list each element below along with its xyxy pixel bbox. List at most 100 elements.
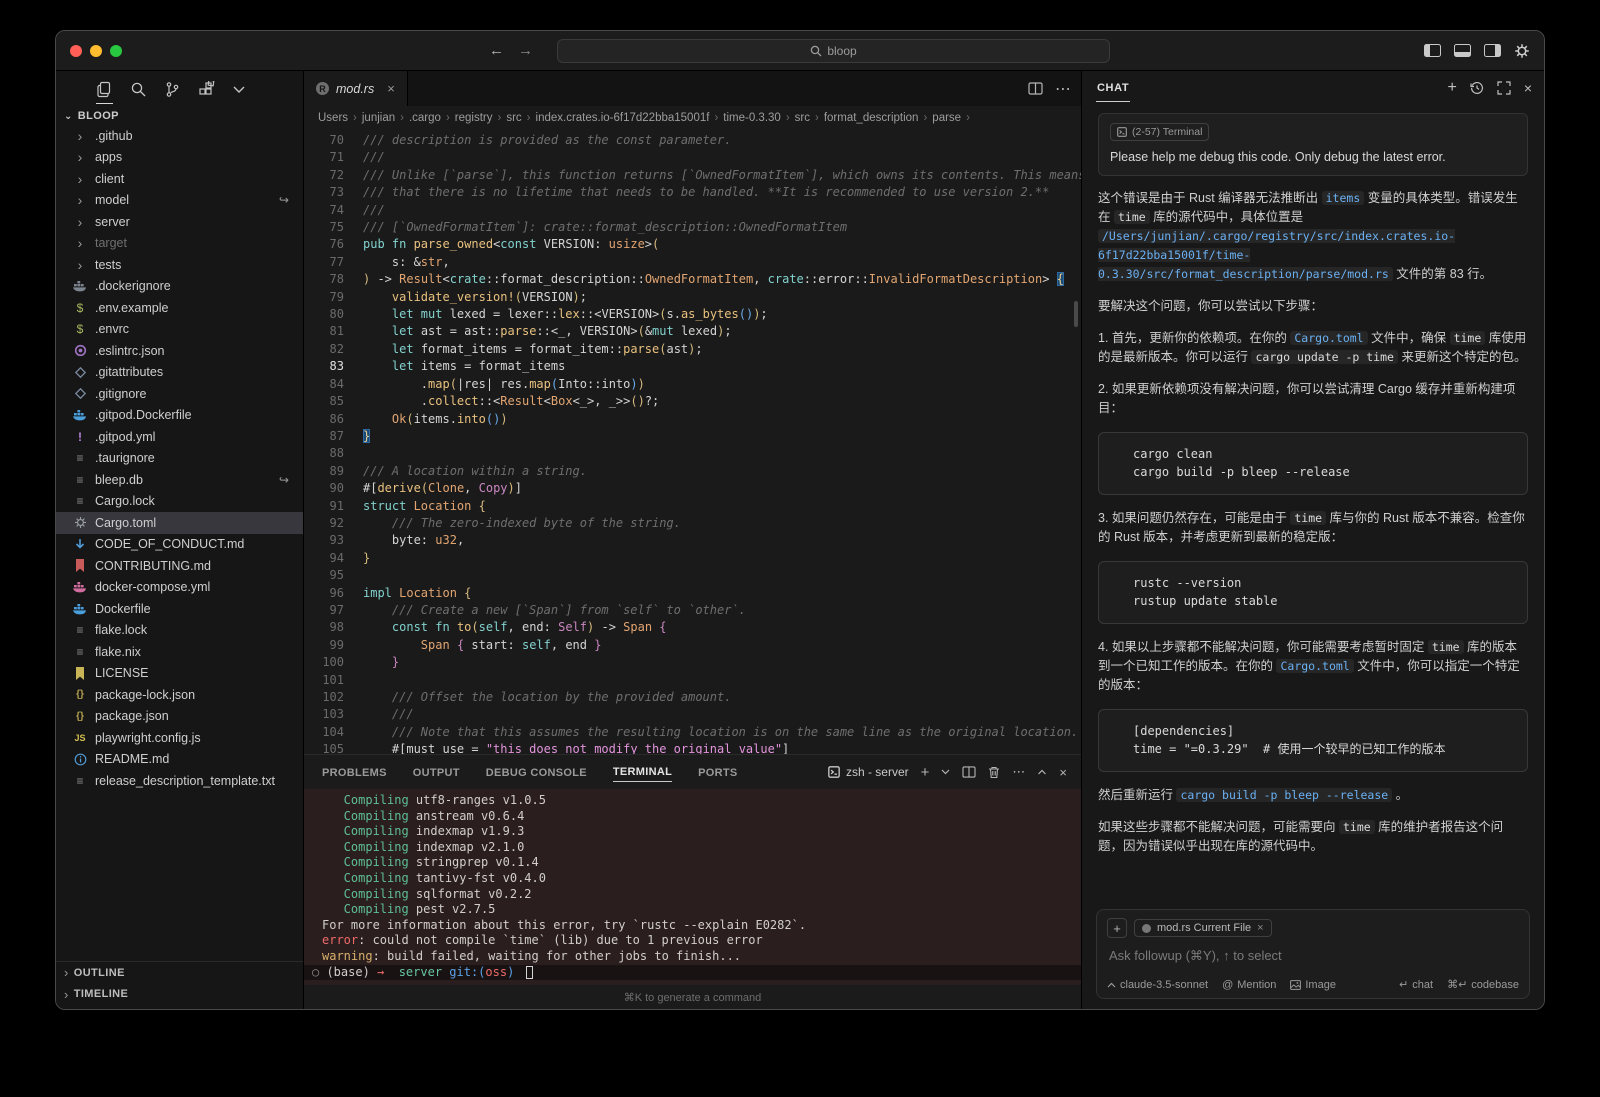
extensions-icon[interactable] [198, 81, 215, 98]
tab-chat[interactable]: CHAT [1096, 74, 1130, 102]
more-views-chevron-icon[interactable] [232, 85, 246, 94]
model-selector[interactable]: claude-3.5-sonnet [1107, 979, 1208, 991]
minimize-window-button[interactable] [90, 45, 102, 57]
tree-item-apps[interactable]: ›apps [56, 147, 303, 169]
chat-input[interactable]: + mod.rs Current File × Ask followup (⌘Y… [1096, 909, 1530, 999]
breadcrumb-item[interactable]: junjian [362, 112, 395, 124]
close-window-button[interactable] [70, 45, 82, 57]
back-icon[interactable]: ← [489, 42, 504, 59]
editor-scrollbar[interactable] [1071, 129, 1081, 754]
panel-tab-ports[interactable]: PORTS [698, 763, 737, 782]
breadcrumb-item[interactable]: src [506, 112, 521, 124]
explorer-icon[interactable] [96, 81, 113, 104]
tree-item--gitattributes[interactable]: .gitattributes [56, 362, 303, 384]
add-context-button[interactable]: + [1107, 918, 1127, 938]
toggle-bottom-panel-icon[interactable] [1454, 44, 1471, 57]
tree-item-server[interactable]: ›server [56, 211, 303, 233]
tree-item--dockerignore[interactable]: .dockerignore [56, 276, 303, 298]
source-control-icon[interactable] [164, 81, 181, 98]
terminal-dropdown-icon[interactable] [941, 769, 950, 775]
tree-item-cargo-lock[interactable]: ≡Cargo.lock [56, 491, 303, 513]
panel-tab-output[interactable]: OUTPUT [413, 763, 460, 782]
tree-item-readme-md[interactable]: README.md [56, 749, 303, 771]
tree-item-flake-lock[interactable]: ≡flake.lock [56, 620, 303, 642]
toggle-right-panel-icon[interactable] [1484, 44, 1501, 57]
submit-chat-button[interactable]: ↵chat [1399, 978, 1433, 991]
close-panel-icon[interactable]: × [1059, 765, 1067, 780]
panel-tab-terminal[interactable]: TERMINAL [613, 762, 672, 782]
breadcrumb-item[interactable]: index.crates.io-6f17d22bba15001f [536, 112, 710, 124]
current-file-chip[interactable]: mod.rs Current File × [1134, 919, 1272, 937]
command-search-input[interactable]: bloop [557, 39, 1110, 63]
terminal-output[interactable]: Compiling utf8-ranges v1.0.5 Compiling a… [304, 789, 1081, 985]
breadcrumb[interactable]: Users›junjian›.cargo›registry›src›index.… [304, 106, 1081, 129]
tree-item-flake-nix[interactable]: ≡flake.nix [56, 641, 303, 663]
search-panel-icon[interactable] [130, 81, 147, 98]
tab-mod-rs[interactable]: R mod.rs × [304, 71, 408, 106]
tree-item--gitpod-dockerfile[interactable]: .gitpod.Dockerfile [56, 405, 303, 427]
tree-item--envrc[interactable]: $.envrc [56, 319, 303, 341]
line-content: /// A location within a string. [363, 463, 587, 480]
split-editor-icon[interactable] [1028, 82, 1043, 95]
expand-icon[interactable] [1497, 81, 1511, 95]
tree-item-package-lock-json[interactable]: {}package-lock.json [56, 684, 303, 706]
tree-item-playwright-config-js[interactable]: JSplaywright.config.js [56, 727, 303, 749]
project-root[interactable]: ⌄ BLOOP [56, 104, 303, 125]
code-editor[interactable]: 70/// description is provided as the con… [304, 129, 1081, 754]
forward-icon[interactable]: → [518, 42, 533, 59]
tree-item-client[interactable]: ›client [56, 168, 303, 190]
kill-terminal-trash-icon[interactable] [988, 766, 1000, 779]
tree-item--taurignore[interactable]: ≡.taurignore [56, 448, 303, 470]
close-chat-icon[interactable]: × [1524, 80, 1532, 96]
sidebar-section-outline[interactable]: ›OUTLINE [56, 962, 303, 984]
sidebar-section-timeline[interactable]: ›TIMELINE [56, 984, 303, 1006]
tree-item-cargo-toml[interactable]: Cargo.toml [56, 512, 303, 534]
tree-item-license[interactable]: LICENSE [56, 663, 303, 685]
panel-tab-debug-console[interactable]: DEBUG CONSOLE [486, 763, 587, 782]
history-icon[interactable] [1470, 81, 1484, 95]
new-terminal-icon[interactable]: + [921, 764, 930, 781]
tree-item--gitpod-yml[interactable]: !.gitpod.yml [56, 426, 303, 448]
tree-item-docker-compose-yml[interactable]: docker-compose.yml [56, 577, 303, 599]
tree-item-model[interactable]: ›model↪ [56, 190, 303, 212]
remove-file-chip-icon[interactable]: × [1257, 922, 1263, 934]
toggle-left-panel-icon[interactable] [1424, 44, 1441, 57]
panel-tab-problems[interactable]: PROBLEMS [322, 763, 387, 782]
settings-gear-icon[interactable] [1514, 43, 1530, 59]
breadcrumb-item[interactable]: .cargo [409, 112, 441, 124]
terminal-more-actions-icon[interactable]: ⋯ [1012, 764, 1025, 780]
tree-item-bleep-db[interactable]: ≡bleep.db↪ [56, 469, 303, 491]
split-terminal-icon[interactable] [962, 766, 976, 778]
maximize-window-button[interactable] [110, 45, 122, 57]
tree-item-code-of-conduct-md[interactable]: CODE_OF_CONDUCT.md [56, 534, 303, 556]
breadcrumb-item[interactable]: time-0.3.30 [723, 112, 781, 124]
tree-item--github[interactable]: ›.github [56, 125, 303, 147]
editor-more-actions-icon[interactable]: ⋯ [1055, 79, 1071, 99]
chat-input-placeholder[interactable]: Ask followup (⌘Y), ↑ to select [1109, 948, 1517, 964]
maximize-panel-icon[interactable] [1037, 769, 1047, 775]
tree-item--env-example[interactable]: $.env.example [56, 297, 303, 319]
image-button[interactable]: Image [1290, 979, 1336, 991]
tree-item-target[interactable]: ›target [56, 233, 303, 255]
tree-item--eslintrc-json[interactable]: .eslintrc.json [56, 340, 303, 362]
tree-item-release-description-template-txt[interactable]: ≡release_description_template.txt [56, 770, 303, 792]
breadcrumb-item[interactable]: parse [932, 112, 961, 124]
mention-button[interactable]: @ Mention [1222, 979, 1276, 991]
context-badge[interactable]: (2-57) Terminal [1110, 123, 1209, 141]
code-line: 86 Ok(items.into()) [304, 411, 1081, 428]
tree-item-package-json[interactable]: {}package.json [56, 706, 303, 728]
tree-item-tests[interactable]: ›tests [56, 254, 303, 276]
breadcrumb-item[interactable]: registry [455, 112, 493, 124]
submit-codebase-button[interactable]: ⌘↵codebase [1447, 978, 1519, 991]
new-chat-icon[interactable]: + [1447, 79, 1456, 97]
shell-selector[interactable]: zsh - server [828, 765, 909, 779]
breadcrumb-item[interactable]: src [795, 112, 810, 124]
breadcrumb-item[interactable]: format_description [824, 112, 919, 124]
breadcrumb-item[interactable]: Users [318, 112, 348, 124]
tree-item--gitignore[interactable]: .gitignore [56, 383, 303, 405]
close-tab-icon[interactable]: × [387, 81, 395, 96]
tree-item-dockerfile[interactable]: Dockerfile [56, 598, 303, 620]
chat-messages[interactable]: (2-57) Terminal Please help me debug thi… [1082, 105, 1544, 901]
terminal-prompt[interactable]: ○ (base) → server git:(oss) [304, 965, 1081, 981]
tree-item-contributing-md[interactable]: CONTRIBUTING.md [56, 555, 303, 577]
